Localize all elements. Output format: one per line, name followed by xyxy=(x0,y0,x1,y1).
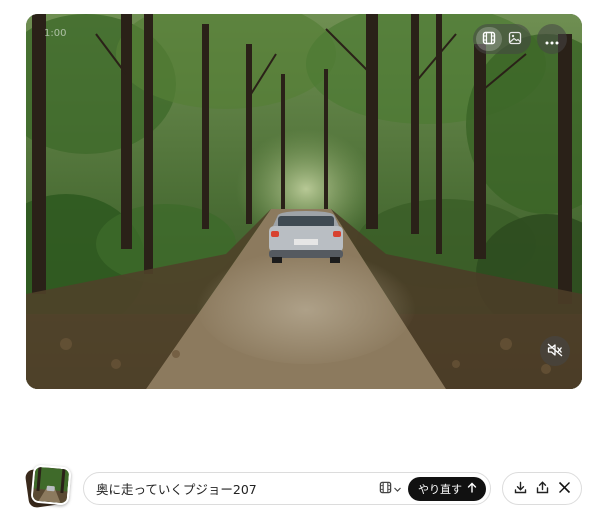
share-icon xyxy=(536,479,549,498)
mute-toggle-button[interactable] xyxy=(540,336,570,366)
prompt-input[interactable]: 奥に走っていくプジョー207 xyxy=(96,479,379,498)
film-icon xyxy=(379,479,392,498)
thumbnail-front xyxy=(30,464,72,506)
video-player[interactable]: 1:00 xyxy=(26,14,582,389)
video-frame xyxy=(26,14,582,389)
thumbnail-image xyxy=(32,466,70,504)
more-options-button[interactable] xyxy=(537,24,567,54)
image-view-button[interactable] xyxy=(502,27,528,51)
ellipsis-icon xyxy=(545,30,559,49)
redo-button[interactable]: やり直す xyxy=(408,476,486,501)
prompt-bar: 奥に走っていくプジョー207 やり直す xyxy=(83,472,491,505)
film-icon xyxy=(482,30,496,49)
video-timestamp: 1:00 xyxy=(44,28,67,39)
mode-select[interactable] xyxy=(379,479,402,498)
download-icon xyxy=(514,479,527,498)
action-group xyxy=(502,472,582,505)
view-toggle xyxy=(473,24,531,54)
x-logo-icon xyxy=(558,479,571,498)
redo-label: やり直す xyxy=(418,482,462,496)
share-button[interactable] xyxy=(532,479,552,499)
image-icon xyxy=(508,30,522,49)
download-button[interactable] xyxy=(510,479,530,499)
video-view-button[interactable] xyxy=(476,27,502,51)
chevron-down-icon xyxy=(393,479,402,498)
arrow-up-icon xyxy=(467,482,477,496)
generation-thumbnail-stack[interactable] xyxy=(24,464,73,509)
speaker-muted-icon xyxy=(547,342,563,361)
video-top-controls xyxy=(473,24,567,54)
x-post-button[interactable] xyxy=(554,479,574,499)
